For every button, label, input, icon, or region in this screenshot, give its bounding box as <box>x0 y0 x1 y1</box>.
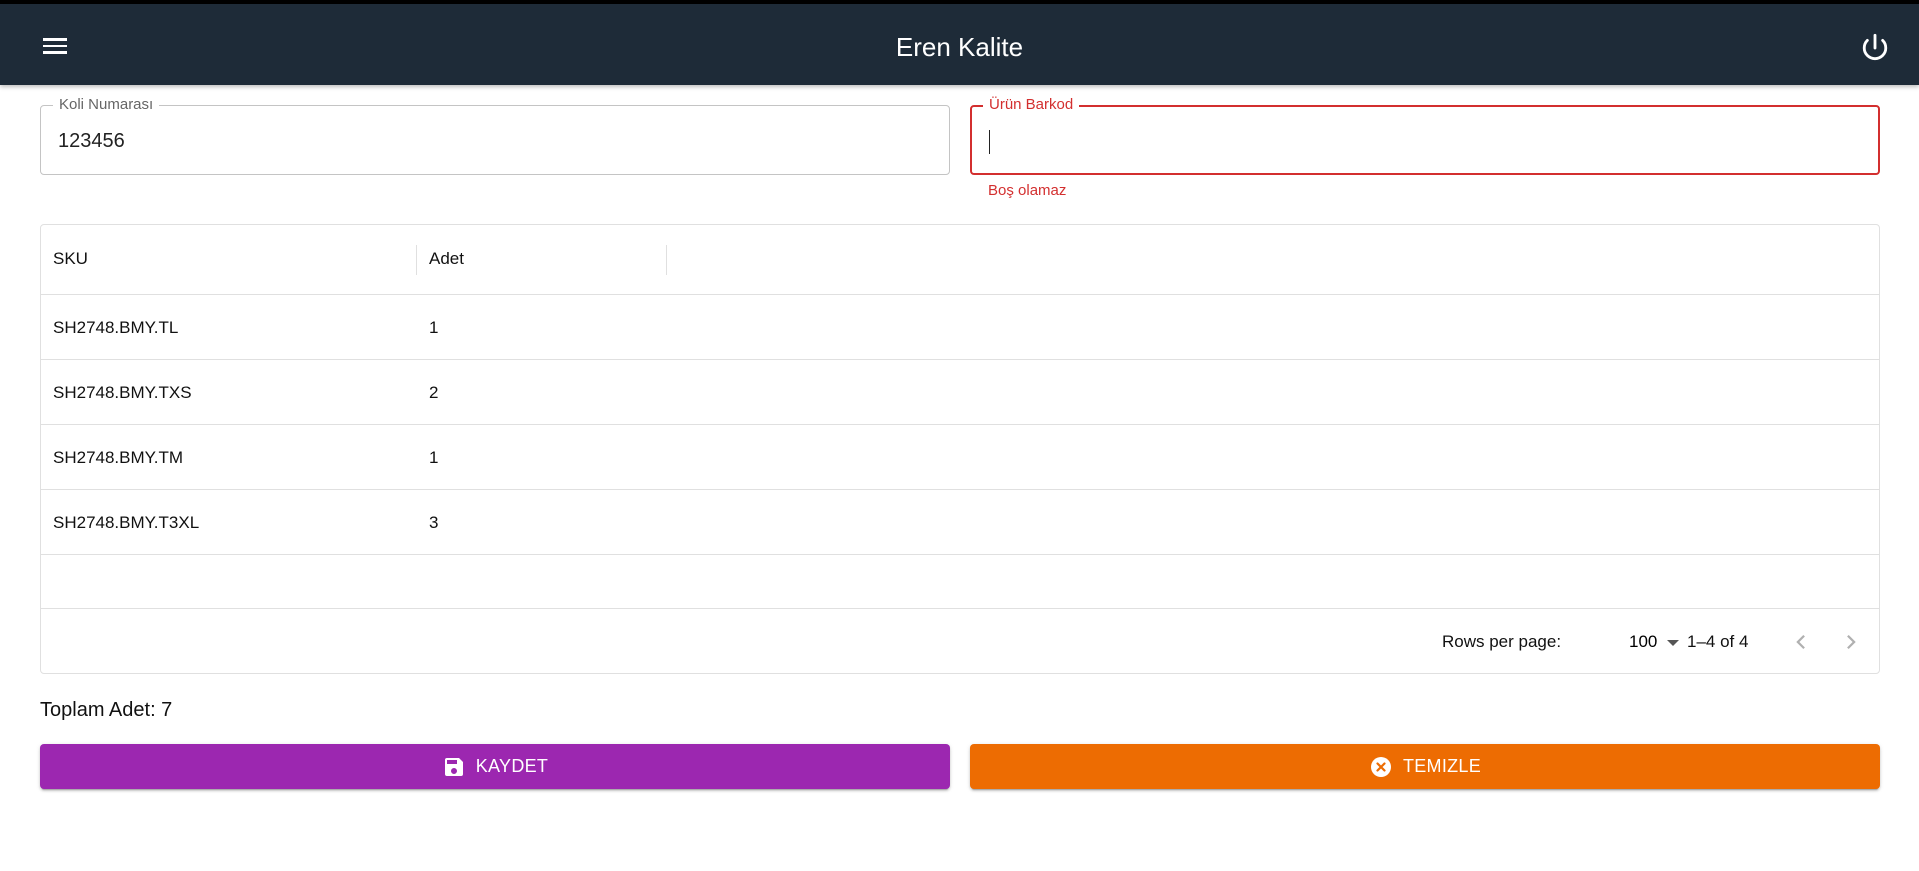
arrow-drop-down-icon <box>1667 640 1679 646</box>
total-quantity: Toplam Adet: 7 <box>40 699 172 722</box>
app-bar: Eren Kalite <box>0 4 1919 85</box>
total-quantity-label: Toplam Adet: 7 <box>40 699 173 721</box>
cell-sku: SH2748.BMY.TL <box>53 318 179 337</box>
app-title: Eren Kalite <box>895 32 1024 62</box>
chevron-right-icon[interactable] <box>1836 627 1866 657</box>
cell-sku: SH2748.BMY.TM <box>53 448 184 467</box>
save-icon <box>442 755 466 779</box>
pagination-range: 1–4 of 4 <box>1687 632 1749 651</box>
cell-sku: SH2748.BMY.TXS <box>53 383 192 402</box>
koli-numarasi-input[interactable] <box>58 128 918 154</box>
urun-barkod-error: Boş olamaz <box>988 182 1067 199</box>
table-row[interactable]: SH2748.BMY.TL 1 <box>41 295 1879 360</box>
save-button[interactable]: KAYDET <box>40 744 950 789</box>
rows-per-page-label: Rows per page: <box>1442 632 1562 651</box>
urun-barkod-field: Ürün Barkod <box>970 97 1880 175</box>
sku-table: SKU Adet SH2748.BMY.TL 1 SH2748.BMY.TXS … <box>40 224 1880 674</box>
table-header: SKU Adet <box>41 225 1879 295</box>
clear-circle-icon <box>1369 755 1393 779</box>
column-header-adet[interactable]: Adet <box>429 249 464 269</box>
table-row[interactable]: SH2748.BMY.TM 1 <box>41 425 1879 490</box>
cell-sku: SH2748.BMY.T3XL <box>53 513 200 532</box>
chevron-left-icon[interactable] <box>1786 627 1816 657</box>
koli-numarasi-label: Koli Numarası <box>53 97 160 113</box>
rows-per-page-select[interactable]: 100 <box>1629 630 1689 654</box>
rows-per-page-value: 100 <box>1629 632 1658 651</box>
table-pagination: Rows per page: 100 1–4 of 4 <box>41 608 1879 673</box>
text-cursor <box>989 130 990 154</box>
power-icon[interactable] <box>1858 31 1892 65</box>
column-separator[interactable] <box>416 245 417 275</box>
table-row[interactable]: SH2748.BMY.T3XL 3 <box>41 490 1879 555</box>
urun-barkod-input[interactable] <box>989 129 1849 155</box>
column-header-sku[interactable]: SKU <box>53 249 88 269</box>
save-button-label: KAYDET <box>475 756 549 776</box>
urun-barkod-label: Ürün Barkod <box>983 97 1080 113</box>
cell-adet: 3 <box>429 513 439 532</box>
cell-adet: 2 <box>429 383 439 402</box>
cell-adet: 1 <box>429 318 439 337</box>
cell-adet: 1 <box>429 448 439 467</box>
clear-button[interactable]: TEMIZLE <box>970 744 1880 789</box>
koli-numarasi-field: Koli Numarası <box>40 97 950 175</box>
column-separator[interactable] <box>666 245 667 275</box>
table-row[interactable]: SH2748.BMY.TXS 2 <box>41 360 1879 425</box>
clear-button-label: TEMIZLE <box>1402 756 1482 776</box>
